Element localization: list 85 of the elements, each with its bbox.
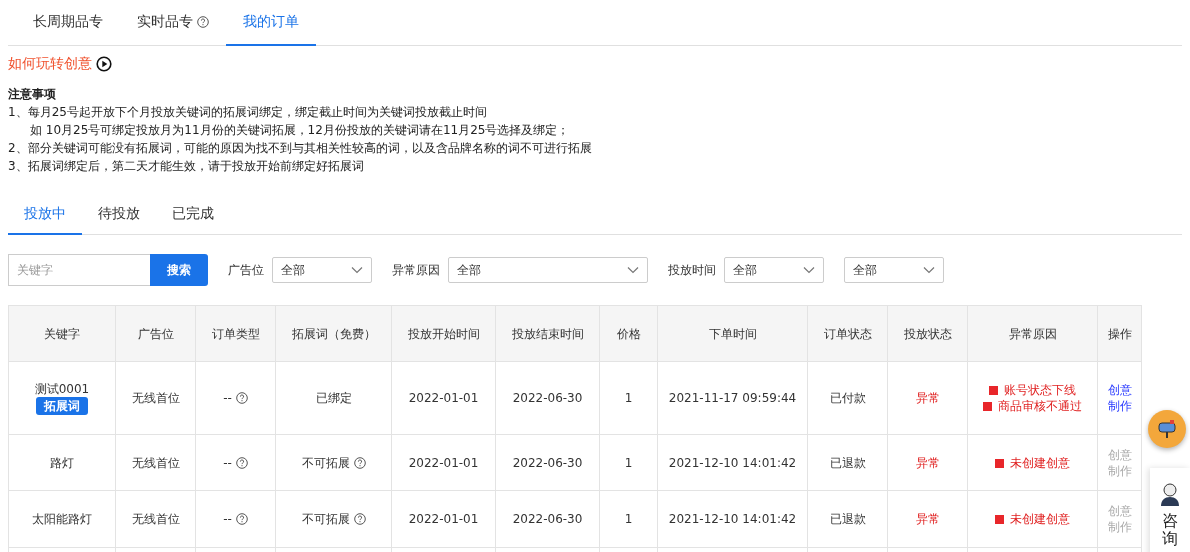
consult-panel[interactable]: 咨询 bbox=[1150, 468, 1190, 552]
table-cell: 1 bbox=[624, 512, 633, 526]
column-header: 价格 bbox=[599, 305, 658, 362]
status-text: 异常 bbox=[915, 455, 940, 470]
table-cell: 2021-11-17 09:59:44 bbox=[668, 391, 797, 405]
tab[interactable]: 已完成 bbox=[156, 195, 230, 235]
bullet-icon bbox=[995, 515, 1004, 524]
reason-text: 商品审核不通过 bbox=[998, 398, 1082, 414]
filter-label: 异常原因 bbox=[392, 261, 440, 279]
table-cell: -- bbox=[223, 454, 232, 471]
column-header: 订单类型 bbox=[195, 305, 276, 362]
notice-title: 注意事项 bbox=[8, 86, 57, 103]
filter-dropdown[interactable]: 全部 bbox=[844, 257, 944, 283]
help-icon bbox=[235, 456, 248, 469]
caret-icon bbox=[803, 266, 815, 274]
table-cell: -- bbox=[223, 390, 232, 406]
table-cell: 路灯 bbox=[50, 455, 74, 470]
caret-icon bbox=[351, 266, 363, 274]
filter-dropdown[interactable]: 全部 bbox=[272, 257, 372, 283]
tab[interactable]: 待投放 bbox=[82, 195, 156, 235]
notice-line: 2、部分关键词可能没有拓展词，可能的原因为找不到与其相关性较高的词，以及含品牌名称的词不可进行拓展 bbox=[8, 140, 593, 157]
column-header: 投放开始时间 bbox=[391, 305, 496, 362]
reason-text: 账号状态下线 bbox=[1004, 382, 1076, 398]
filter-label: 投放时间 bbox=[668, 261, 716, 279]
tab[interactable]: 实时品专 bbox=[120, 0, 226, 46]
column-header: 关键字 bbox=[8, 305, 116, 362]
table-cell: 不可拓展 bbox=[301, 511, 350, 527]
bullet-icon bbox=[995, 458, 1004, 468]
table-cell: 2022-06-30 bbox=[512, 455, 583, 470]
table-cell: 测试0001 bbox=[34, 382, 90, 396]
bullet-icon bbox=[989, 386, 998, 395]
table-cell: 2021-12-10 14:01:42 bbox=[668, 455, 797, 470]
play-icon[interactable] bbox=[96, 56, 112, 72]
table-cell: 已退款 bbox=[829, 455, 866, 470]
mailbox-button[interactable] bbox=[1148, 410, 1186, 448]
table-cell: 2022-06-30 bbox=[512, 391, 583, 405]
notice-line: 3、拓展词绑定后，第二天才能生效，请于投放开始前绑定好拓展词 bbox=[8, 158, 365, 175]
notice-line: 1、每月25号起开放下个月投放关键词的拓展词绑定，绑定截止时间为关键词投放截止时间 bbox=[8, 104, 488, 121]
table-cell: 太阳能路灯 bbox=[32, 512, 92, 526]
help-icon bbox=[235, 392, 248, 404]
reason-text: 未创建创意 bbox=[1010, 511, 1070, 527]
keyword-field[interactable]: 关键字 bbox=[8, 254, 150, 286]
table-cell: 2022-06-30 bbox=[512, 512, 583, 526]
tag: 拓展词 bbox=[36, 397, 88, 415]
guide-link[interactable]: 如何玩转创意 bbox=[8, 55, 92, 73]
caret-icon bbox=[627, 266, 639, 274]
filter-label: 广告位 bbox=[228, 261, 264, 279]
table-cell: 1 bbox=[624, 391, 633, 405]
status-text: 异常 bbox=[915, 391, 940, 405]
table-cell: 2022-01-01 bbox=[408, 512, 479, 526]
filter-dropdown[interactable]: 全部 bbox=[448, 257, 648, 283]
consult-label: 咨询 bbox=[1162, 512, 1178, 548]
table-cell: 1 bbox=[624, 455, 633, 470]
tab[interactable]: 投放中 bbox=[8, 195, 82, 235]
table-cell: 无线首位 bbox=[131, 455, 180, 470]
tab[interactable]: 长周期品专 bbox=[16, 0, 120, 46]
mailbox-icon bbox=[1156, 418, 1178, 440]
column-header: 异常原因 bbox=[967, 305, 1098, 362]
column-header: 订单状态 bbox=[807, 305, 888, 362]
filter-dropdown[interactable]: 全部 bbox=[724, 257, 824, 283]
notice-line: 如 10月25号可绑定投放月为11月份的关键词拓展，12月份投放的关键词请在11月25号选择及绑定； bbox=[29, 122, 571, 139]
table-cell: 2022-01-01 bbox=[408, 391, 479, 405]
column-header: 广告位 bbox=[115, 305, 196, 362]
column-header: 操作 bbox=[1097, 305, 1142, 362]
caret-icon bbox=[923, 266, 935, 274]
avatar-icon bbox=[1159, 482, 1181, 506]
column-header: 投放状态 bbox=[887, 305, 968, 362]
column-header: 投放结束时间 bbox=[495, 305, 600, 362]
table-cell: 2022-01-01 bbox=[408, 455, 479, 470]
bullet-icon bbox=[983, 402, 992, 411]
table-cell: 已绑定 bbox=[315, 390, 352, 406]
column-header: 下单时间 bbox=[657, 305, 808, 362]
tab[interactable]: 我的订单 bbox=[226, 0, 316, 46]
table-cell: 已退款 bbox=[829, 512, 866, 526]
search-button[interactable]: 搜索 bbox=[150, 254, 208, 286]
table-cell: 无线首位 bbox=[131, 391, 180, 405]
table-cell: -- bbox=[223, 511, 232, 527]
table-cell: 不可拓展 bbox=[301, 454, 350, 471]
reason-text: 未创建创意 bbox=[1010, 454, 1070, 471]
status-text: 异常 bbox=[915, 512, 940, 526]
help-icon bbox=[235, 513, 248, 525]
table-cell: 无线首位 bbox=[131, 512, 180, 526]
table-cell: 2021-12-10 14:01:42 bbox=[668, 512, 797, 526]
column-header: 拓展词（免费） bbox=[275, 305, 392, 362]
table-cell: 已付款 bbox=[829, 391, 866, 405]
